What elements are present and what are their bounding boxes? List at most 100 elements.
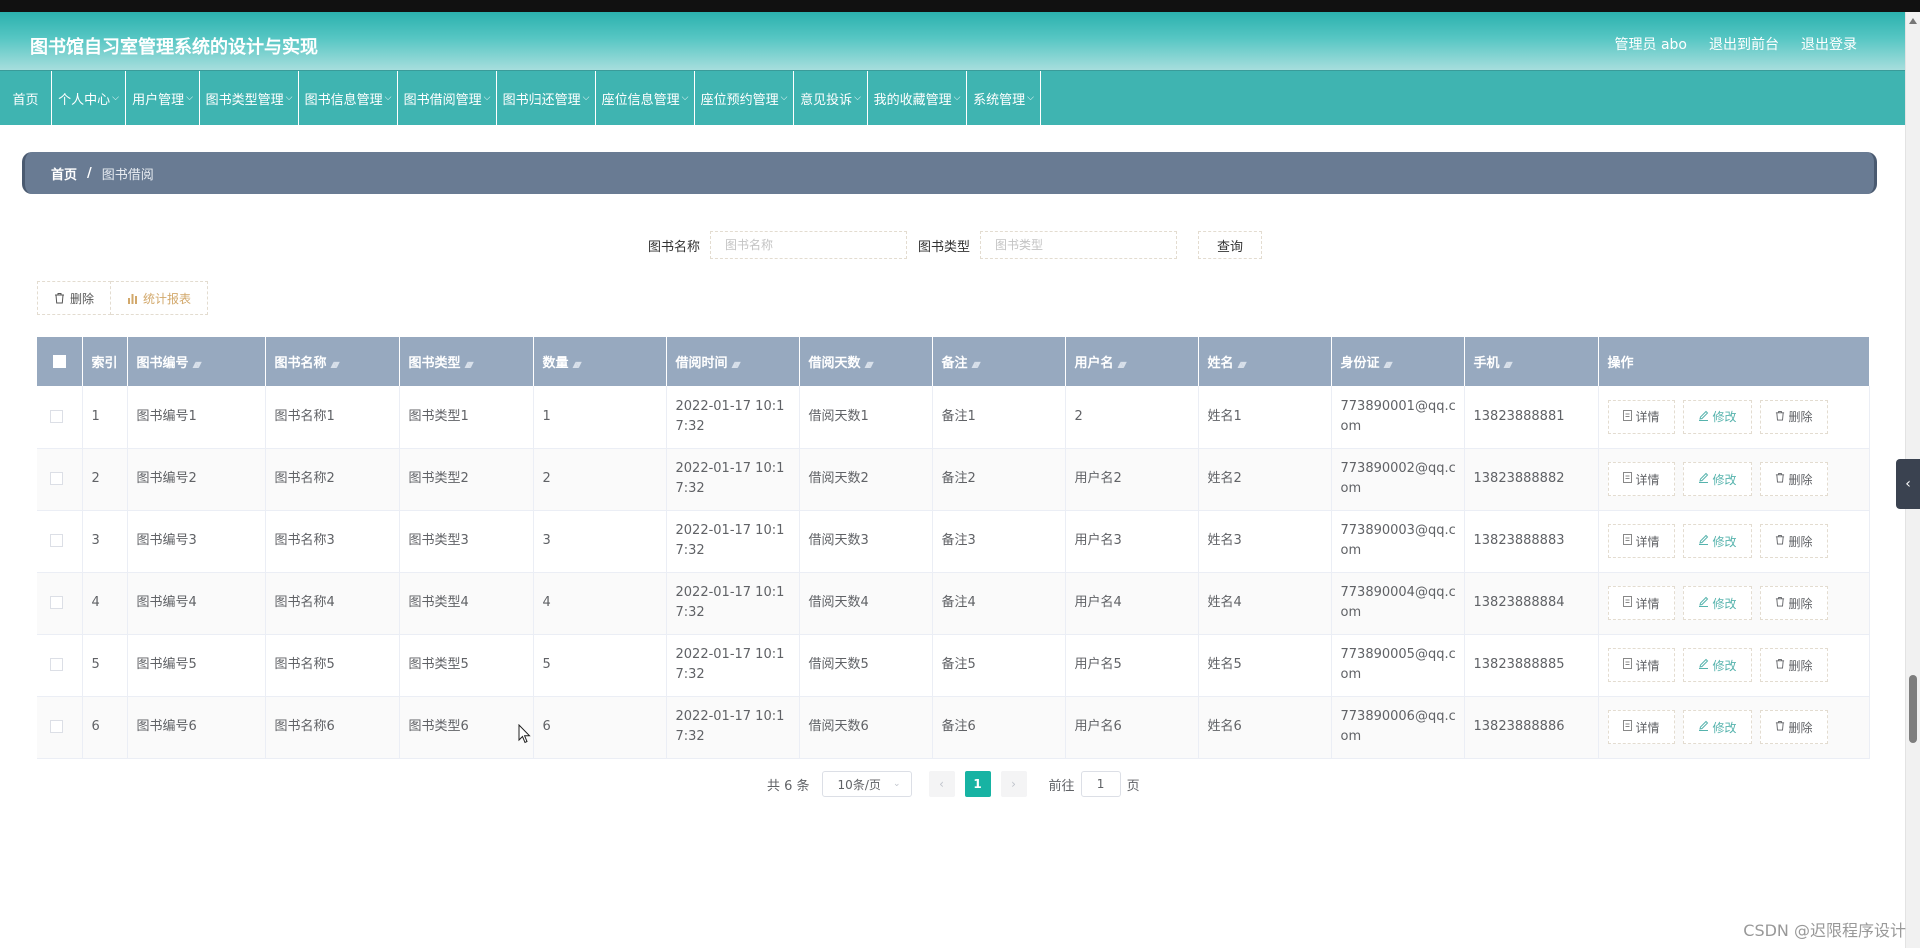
- table-cell: 1: [533, 386, 667, 448]
- sort-caret-icon[interactable]: ▲▼: [972, 360, 981, 369]
- nav-item-1[interactable]: 个人中心 ⌵: [52, 71, 126, 125]
- report-button[interactable]: 统计报表: [111, 281, 209, 315]
- side-panel-toggle[interactable]: ‹: [1896, 459, 1920, 509]
- book-name-input[interactable]: [710, 231, 908, 259]
- column-header[interactable]: 姓名 ▲▼: [1198, 337, 1332, 386]
- goto-page-input[interactable]: [1080, 771, 1121, 797]
- column-header[interactable]: 备注 ▲▼: [932, 337, 1066, 386]
- scroll-up-arrow-icon[interactable]: [1909, 18, 1917, 24]
- column-header[interactable]: 手机 ▲▼: [1464, 337, 1599, 386]
- table-cell: 图书名称5: [265, 634, 400, 696]
- sort-caret-icon[interactable]: ▲▼: [1118, 360, 1127, 369]
- borrow-table: 索引 图书编号 ▲▼ 图书名称 ▲▼ 图书类型 ▲▼ 数量 ▲▼ 借阅时间 ▲▼ 借阅天数 ▲▼ 备注 ▲▼…: [37, 337, 1870, 759]
- edit-button[interactable]: 修改: [1682, 399, 1752, 434]
- logout-link[interactable]: 退出登录: [1801, 34, 1857, 54]
- delete-button[interactable]: 删除: [1759, 586, 1828, 620]
- edit-button[interactable]: 修改: [1682, 462, 1752, 496]
- nav-item-6[interactable]: 图书归还管理 ⌵: [497, 71, 596, 125]
- prev-page-button[interactable]: ‹: [928, 771, 955, 797]
- column-header[interactable]: 图书编号 ▲▼: [127, 337, 266, 386]
- admin-user-label: 管理员 abo: [1614, 37, 1687, 53]
- column-header[interactable]: 图书类型 ▲▼: [399, 337, 534, 386]
- query-button[interactable]: 查询: [1198, 231, 1263, 259]
- table-row: 5 图书编号5 图书名称5 图书类型5 5 2022-01-17 10:17:32 借阅天数…: [37, 634, 1870, 696]
- detail-button[interactable]: 详情: [1607, 462, 1675, 496]
- detail-button[interactable]: 详情: [1607, 399, 1675, 434]
- row-select-cell: [37, 448, 83, 510]
- nav-item-3[interactable]: 图书类型管理 ⌵: [200, 71, 299, 125]
- nav-item-7[interactable]: 座位信息管理 ⌵: [596, 71, 695, 125]
- column-header-label: 图书类型: [408, 356, 461, 371]
- delete-button[interactable]: 删除: [1759, 648, 1828, 682]
- row-actions-cell: 详情 修改 删除: [1598, 510, 1870, 572]
- table-cell: 图书编号4: [127, 572, 266, 634]
- column-header[interactable]: 借阅时间 ▲▼: [666, 337, 800, 386]
- sort-caret-icon[interactable]: ▲▼: [331, 360, 340, 369]
- nav-item-4[interactable]: 图书信息管理 ⌵: [299, 71, 398, 125]
- delete-button[interactable]: 删除: [1759, 399, 1828, 434]
- edit-button[interactable]: 修改: [1682, 524, 1752, 558]
- table-body: 1 图书编号1 图书名称1 图书类型1 1 2022-01-17 10:17:32 借阅天数…: [37, 386, 1870, 758]
- exit-to-front-link[interactable]: 退出到前台: [1709, 34, 1779, 54]
- row-checkbox[interactable]: [49, 658, 63, 671]
- breadcrumb-home[interactable]: 首页: [51, 164, 77, 183]
- page-size-select[interactable]: 10条/页 ⌄: [821, 771, 912, 797]
- column-header[interactable]: 借阅天数 ▲▼: [799, 337, 933, 386]
- edit-button[interactable]: 修改: [1682, 710, 1752, 744]
- row-checkbox[interactable]: [49, 596, 63, 609]
- table-cell: 备注3: [932, 510, 1066, 572]
- sort-caret-icon[interactable]: ▲▼: [193, 360, 202, 369]
- sort-caret-icon[interactable]: ▲▼: [1238, 360, 1247, 369]
- row-checkbox[interactable]: [49, 534, 63, 547]
- nav-item-11[interactable]: 系统管理 ⌵: [967, 71, 1041, 125]
- delete-label: 删除: [1788, 596, 1813, 611]
- nav-item-0[interactable]: 首页: [0, 71, 52, 125]
- nav-item-2[interactable]: 用户管理 ⌵: [126, 71, 200, 125]
- column-header[interactable]: 用户名 ▲▼: [1065, 337, 1199, 386]
- row-checkbox[interactable]: [49, 409, 63, 423]
- detail-button[interactable]: 详情: [1607, 710, 1675, 744]
- nav-item-label: 用户管理: [132, 92, 185, 108]
- select-all-checkbox[interactable]: [52, 355, 66, 368]
- column-header[interactable]: 图书名称 ▲▼: [265, 337, 400, 386]
- edit-button[interactable]: 修改: [1682, 586, 1752, 620]
- table-cell: 备注5: [932, 634, 1066, 696]
- edit-button[interactable]: 修改: [1682, 648, 1752, 682]
- row-checkbox[interactable]: [49, 472, 63, 485]
- column-header[interactable]: 数量 ▲▼: [533, 337, 667, 386]
- table-cell: 13823888881: [1464, 386, 1599, 448]
- table-cell: 2022-01-17 10:17:32: [666, 696, 800, 758]
- table-cell: 773890002@qq.com: [1331, 448, 1465, 510]
- row-checkbox[interactable]: [49, 720, 63, 733]
- sort-caret-icon[interactable]: ▲▼: [1384, 360, 1393, 369]
- sort-caret-icon[interactable]: ▲▼: [465, 360, 474, 369]
- nav-item-9[interactable]: 意见投诉 ⌵: [794, 71, 868, 125]
- next-page-button[interactable]: ›: [1000, 771, 1027, 797]
- nav-item-8[interactable]: 座位预约管理 ⌵: [695, 71, 794, 125]
- delete-button[interactable]: 删除: [1759, 710, 1828, 744]
- column-header[interactable]: 身份证 ▲▼: [1331, 337, 1465, 386]
- table-cell: 13823888886: [1464, 696, 1599, 758]
- detail-button[interactable]: 详情: [1607, 524, 1675, 558]
- page-1-button[interactable]: 1: [964, 771, 991, 797]
- table-cell: 借阅天数1: [799, 386, 933, 448]
- detail-button[interactable]: 详情: [1607, 586, 1675, 620]
- delete-button[interactable]: 删除: [1759, 524, 1828, 558]
- bulk-delete-button[interactable]: 删除: [37, 281, 112, 315]
- total-count: 共 6 条: [767, 778, 810, 794]
- detail-button[interactable]: 详情: [1607, 648, 1675, 682]
- sort-caret-icon[interactable]: ▲▼: [732, 360, 741, 369]
- sort-caret-icon[interactable]: ▲▼: [573, 360, 582, 369]
- book-type-input[interactable]: [980, 231, 1178, 259]
- nav-item-5[interactable]: 图书借阅管理 ⌵: [398, 71, 497, 125]
- scrollbar-thumb[interactable]: [1909, 675, 1917, 743]
- sort-caret-icon[interactable]: ▲▼: [865, 360, 874, 369]
- row-select-cell: [37, 696, 83, 758]
- delete-button[interactable]: 删除: [1759, 462, 1828, 496]
- table-row: 6 图书编号6 图书名称6 图书类型6 6 2022-01-17 10:17:32 借阅天数…: [37, 696, 1870, 758]
- bulk-delete-label: 删除: [70, 291, 95, 306]
- book-name-label: 图书名称: [648, 239, 701, 255]
- nav-item-10[interactable]: 我的收藏管理 ⌵: [868, 71, 967, 125]
- nav-item-label: 个人中心: [58, 92, 111, 108]
- sort-caret-icon[interactable]: ▲▼: [1504, 360, 1513, 369]
